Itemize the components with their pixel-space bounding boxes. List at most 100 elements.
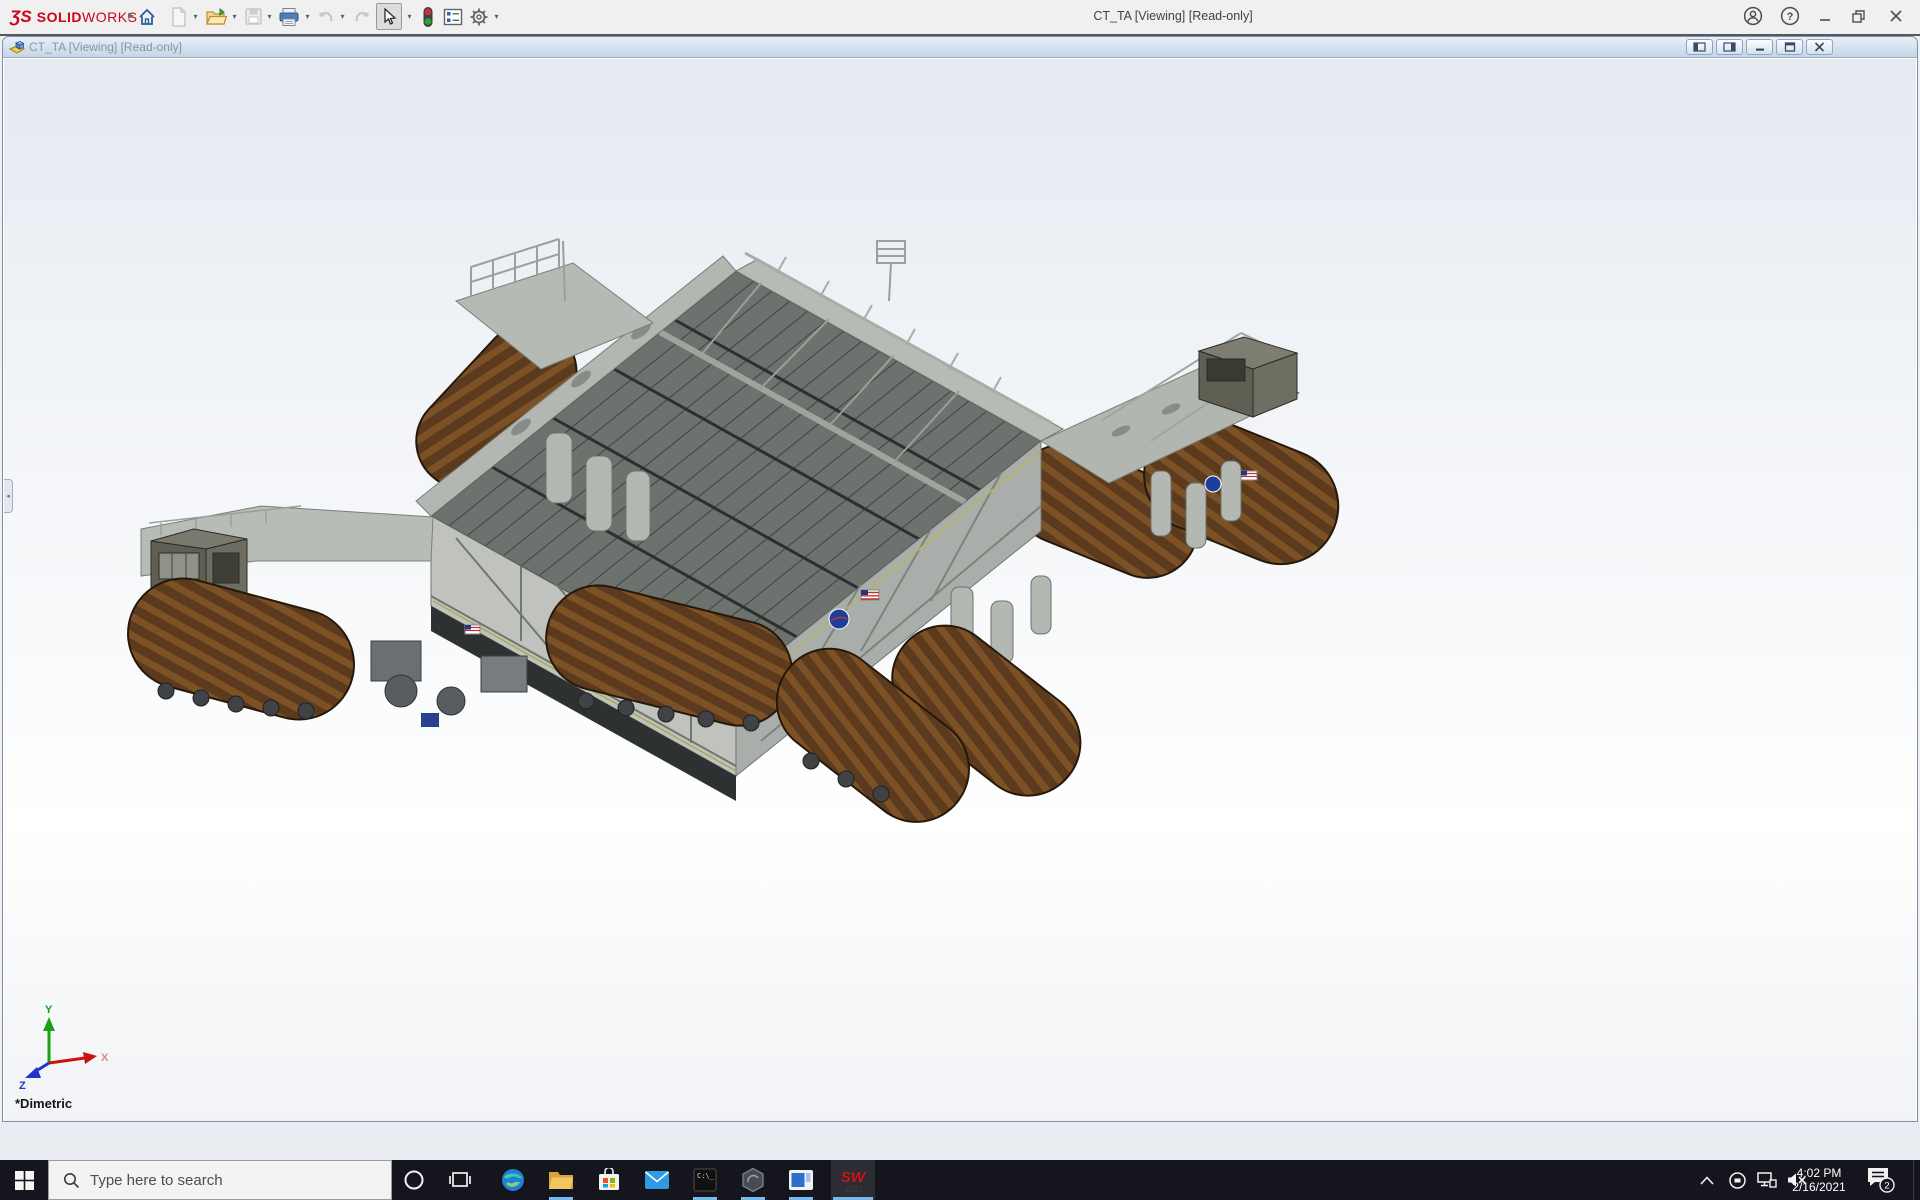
svg-text:2021: 2021 [845,1185,863,1194]
redo-icon [352,8,372,26]
minimize-button[interactable] [1810,2,1840,30]
command-prompt-icon: C:\_ [693,1168,717,1192]
solidworks-app-icon: SW 2021 [838,1165,868,1195]
doc-minimize-button[interactable] [1746,39,1773,55]
collapse-right-pane-button[interactable] [1716,39,1743,55]
solidworks-logo: ƷS SOLID WORKS [10,6,137,28]
tray-clock[interactable]: 4:02 PM 2/16/2021 [1786,1160,1852,1200]
print-dropdown[interactable]: ▾ [303,12,312,22]
select-cursor-icon [381,8,397,26]
new-document-button[interactable] [166,3,192,30]
us-flag-decal-right [1241,471,1257,480]
taskbar-app-remote-window[interactable] [779,1160,823,1200]
window-title: CT_TA [Viewing] [Read-only] [1093,9,1252,23]
restore-icon [1851,9,1866,24]
help-button[interactable]: ? [1775,2,1805,30]
remote-window-icon [788,1169,814,1191]
account-button[interactable] [1738,2,1768,30]
taskbar-app-store[interactable] [587,1160,631,1200]
screen: ƷS SOLID WORKS ▸ ▾ ▾ [0,0,1920,1200]
model-scene: Y X Z [4,59,1916,1121]
properties-list-icon [443,8,463,26]
taskbar-app-edge[interactable] [491,1160,535,1200]
minimize-icon [1818,9,1832,23]
save-dropdown[interactable]: ▾ [265,12,274,22]
taskbar-app-mail[interactable] [635,1160,679,1200]
graphics-viewport[interactable]: Y X Z *Dimetric ◂ [4,59,1916,1121]
options-button[interactable] [466,3,492,30]
search-icon [63,1172,80,1189]
taskbar: C:\_ SW 2021 [0,1160,1920,1200]
task-view-button[interactable] [438,1160,482,1200]
svg-text:?: ? [1787,11,1794,23]
new-document-dropdown[interactable]: ▾ [191,12,200,22]
traffic-light-icon [421,6,435,28]
search-input[interactable] [90,1172,360,1189]
windows-logo-icon [15,1171,34,1190]
us-flag-decal-se [861,590,879,600]
new-document-icon [170,7,188,27]
pane-left-icon [1693,42,1706,52]
open-dropdown[interactable]: ▾ [230,12,239,22]
select-dropdown[interactable]: ▾ [405,12,414,22]
account-icon [1743,6,1763,26]
us-flag-decal-front [465,625,480,634]
tray-chevron-button[interactable] [1692,1160,1722,1200]
collapse-left-pane-button[interactable] [1686,39,1713,55]
home-button[interactable] [134,3,160,30]
cortana-button[interactable] [392,1160,436,1200]
doc-close-button[interactable] [1806,39,1833,55]
app-titlebar: ƷS SOLID WORKS ▸ ▾ ▾ [0,0,1920,34]
close-button[interactable] [1881,2,1911,30]
top-ladder [877,241,905,301]
doc-restore-icon [1784,42,1796,52]
show-desktop-strip[interactable] [1913,1160,1920,1200]
task-view-icon [449,1170,471,1190]
close-icon [1889,9,1903,23]
network-icon [1757,1171,1777,1189]
orientation-triad[interactable]: Y X Z [19,1004,109,1092]
notification-center-button[interactable]: 2 [1858,1160,1902,1200]
undo-dropdown[interactable]: ▾ [338,12,347,22]
file-explorer-icon [548,1169,574,1191]
undo-icon [316,8,336,26]
redo-button[interactable] [349,3,375,30]
triad-y-label: Y [45,1004,53,1016]
save-icon [244,7,263,26]
hexagon-app-icon [740,1167,766,1193]
collapsed-pane-tab[interactable]: ◂ [4,479,13,513]
start-button[interactable] [0,1160,48,1200]
nasa-meatball-decal [829,609,849,629]
crawler-transporter-model[interactable] [116,239,1356,843]
svg-text:C:\_: C:\_ [697,1172,715,1180]
edge-icon [500,1167,526,1193]
triad-x-label: X [101,1052,109,1064]
select-button[interactable] [376,3,402,30]
taskbar-app-command-prompt[interactable]: C:\_ [683,1160,727,1200]
doc-close-icon [1814,42,1825,52]
gear-icon [469,7,489,27]
triad-z-label: Z [19,1080,26,1092]
rebuild-button[interactable] [415,3,441,30]
taskbar-app-hexagon[interactable] [731,1160,775,1200]
taskbar-app-solidworks[interactable]: SW 2021 [831,1160,875,1200]
taskbar-app-file-explorer[interactable] [539,1160,583,1200]
document-titlebar[interactable]: CT_TA [Viewing] [Read-only] [3,37,1917,58]
tray-privacy-button[interactable] [1722,1160,1752,1200]
taskbar-search[interactable] [48,1160,392,1200]
clock-date: 2/16/2021 [1792,1180,1845,1194]
open-icon [205,7,227,27]
tray-network-button[interactable] [1752,1160,1782,1200]
open-button[interactable] [203,3,229,30]
print-button[interactable] [276,3,302,30]
microsoft-store-icon [597,1168,621,1192]
doc-restore-button[interactable] [1776,39,1803,55]
restore-button[interactable] [1843,2,1873,30]
notification-icon: 2 [1865,1166,1895,1194]
file-properties-button[interactable] [440,3,466,30]
document-window: CT_TA [Viewing] [Read-only] [2,36,1918,1122]
options-dropdown[interactable]: ▾ [492,12,501,22]
save-button[interactable] [240,3,266,30]
undo-button[interactable] [313,3,339,30]
app-background-strip [0,1122,1920,1160]
